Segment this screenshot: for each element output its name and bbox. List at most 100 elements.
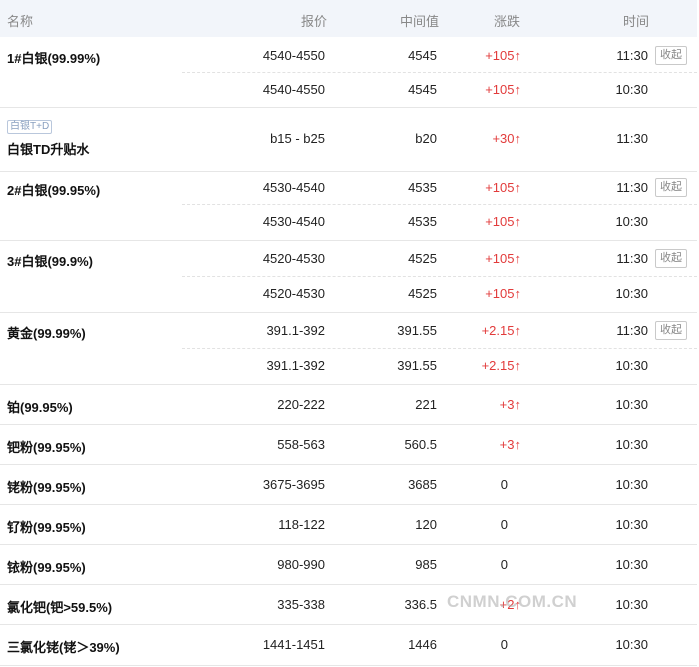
table-row: 氯化钯(钯>59.5%) 335-338 336.5 +2↑ 10:30 (0, 585, 697, 624)
row-change: +3↑ (499, 397, 521, 412)
row-mid: 3685 (408, 477, 437, 492)
table-row: 钌粉(99.95%) 118-122 120 0 10:30 (0, 505, 697, 544)
row-mid: 985 (415, 557, 437, 572)
row-mid: 4535 (408, 214, 437, 229)
row-time: 10:30 (615, 597, 648, 612)
row-quote: 4530-4540 (262, 180, 325, 195)
row-time: 11:30 (616, 251, 648, 266)
row-name: 铱粉(99.95%) (7, 560, 86, 575)
header-quote: 报价 (301, 14, 328, 29)
collapse-button[interactable]: 收起 (655, 249, 687, 268)
table-row: 铑粉(99.95%) 3675-3695 3685 0 10:30 (0, 465, 697, 504)
row-time: 10:30 (615, 637, 648, 652)
row-name: 三氯化铑(铑＞39%) (7, 640, 120, 655)
table-row: 白银T+D 白银TD升贴水 b15 - b25 b20 +30↑ 11:30 (0, 108, 697, 171)
row-change: 0 (500, 637, 508, 652)
row-quote: 335-338 (277, 597, 325, 612)
row-name: 钌粉(99.95%) (7, 520, 86, 535)
table-row: 3#白银(99.9%) 4520-4530 4525 +105↑ 11:30 收… (0, 241, 697, 276)
row-change: +2.15↑ (481, 358, 521, 373)
row-quote: 1441-1451 (262, 637, 325, 652)
row-time: 10:30 (615, 214, 648, 229)
row-mid: 120 (415, 517, 437, 532)
row-quote: 4520-4530 (262, 286, 325, 301)
row-change: +30↑ (492, 131, 521, 146)
row-change: +105↑ (485, 286, 521, 301)
header-time: 时间 (623, 14, 650, 29)
table-row: 铂(99.95%) 220-222 221 +3↑ 10:30 (0, 385, 697, 424)
table-row: 391.1-392 391.55 +2.15↑ 10:30 (0, 348, 697, 384)
row-quote: 4520-4530 (262, 251, 325, 266)
row-mid: 4545 (408, 48, 437, 63)
row-time: 10:30 (615, 397, 648, 412)
row-mid: 4535 (408, 180, 437, 195)
row-time: 11:30 (616, 323, 648, 338)
table-row: 黄金(99.99%) 391.1-392 391.55 +2.15↑ 11:30… (0, 313, 697, 348)
row-change: +105↑ (485, 180, 521, 195)
row-mid: 560.5 (404, 437, 437, 452)
row-quote: 220-222 (277, 397, 325, 412)
row-time: 11:30 (616, 48, 648, 63)
row-mid: 221 (415, 397, 437, 412)
header-change: 涨跌 (494, 14, 521, 29)
table-header: 名称 报价 中间值 涨跌 时间 (0, 0, 697, 37)
row-quote: 558-563 (277, 437, 325, 452)
table-row: 4540-4550 4545 +105↑ 10:30 (0, 72, 697, 107)
row-time: 10:30 (615, 557, 648, 572)
row-quote: 391.1-392 (266, 358, 325, 373)
row-change: +3↑ (499, 437, 521, 452)
row-time: 11:30 (616, 131, 648, 146)
row-change: +2↑ (499, 597, 521, 612)
row-mid: 336.5 (404, 597, 437, 612)
table-row: 铱粉(99.95%) 980-990 985 0 10:30 (0, 545, 697, 584)
row-mid: 4545 (408, 82, 437, 97)
collapse-button[interactable]: 收起 (655, 321, 687, 340)
row-change: +105↑ (485, 82, 521, 97)
row-name: 铂(99.95%) (7, 400, 73, 415)
row-mid: 391.55 (397, 358, 437, 373)
collapse-button[interactable]: 收起 (655, 178, 687, 197)
row-change: 0 (500, 517, 508, 532)
table-row: 1#白银(99.99%) 4540-4550 4545 +105↑ 11:30 … (0, 37, 697, 72)
header-name: 名称 (7, 14, 34, 29)
row-change: +105↑ (485, 214, 521, 229)
row-name: 3#白银(99.9%) (7, 254, 93, 269)
row-change: 0 (500, 557, 508, 572)
row-quote: 4530-4540 (262, 214, 325, 229)
row-name: 白银TD升贴水 (7, 142, 90, 157)
row-time: 10:30 (615, 477, 648, 492)
row-name: 铑粉(99.95%) (7, 480, 86, 495)
header-mid: 中间值 (400, 14, 440, 29)
table-row: 4530-4540 4535 +105↑ 10:30 (0, 204, 697, 239)
row-time: 10:30 (615, 437, 648, 452)
row-quote: 391.1-392 (266, 323, 325, 338)
row-time: 10:30 (615, 358, 648, 373)
row-mid: 391.55 (397, 323, 437, 338)
row-time: 11:30 (616, 180, 648, 195)
table-row: 2#白银(99.95%) 4530-4540 4535 +105↑ 11:30 … (0, 171, 697, 204)
product-tag: 白银T+D (7, 120, 53, 134)
row-quote: 4540-4550 (262, 48, 325, 63)
row-name: 氯化钯(钯>59.5%) (7, 600, 113, 615)
row-quote: 118-122 (278, 517, 325, 532)
row-mid: b20 (415, 131, 437, 146)
row-change: +105↑ (485, 251, 521, 266)
row-quote: 4540-4550 (262, 82, 325, 97)
row-name: 2#白银(99.95%) (7, 183, 101, 198)
table-row: 钯粉(99.95%) 558-563 560.5 +3↑ 10:30 (0, 425, 697, 464)
row-change: +105↑ (485, 48, 521, 63)
collapse-button[interactable]: 收起 (655, 46, 687, 65)
row-quote: b15 - b25 (270, 131, 325, 146)
row-time: 10:30 (615, 286, 648, 301)
row-mid: 4525 (408, 251, 437, 266)
row-time: 10:30 (615, 82, 648, 97)
row-mid: 1446 (408, 637, 437, 652)
row-name: 黄金(99.99%) (7, 326, 86, 341)
row-name: 钯粉(99.95%) (7, 440, 86, 455)
row-change: 0 (500, 477, 508, 492)
table-row: 4520-4530 4525 +105↑ 10:30 (0, 276, 697, 311)
row-change: +2.15↑ (481, 323, 521, 338)
table-row: 三氯化铑(铑＞39%) 1441-1451 1446 0 10:30 (0, 625, 697, 665)
row-time: 10:30 (615, 517, 648, 532)
row-quote: 3675-3695 (262, 477, 325, 492)
